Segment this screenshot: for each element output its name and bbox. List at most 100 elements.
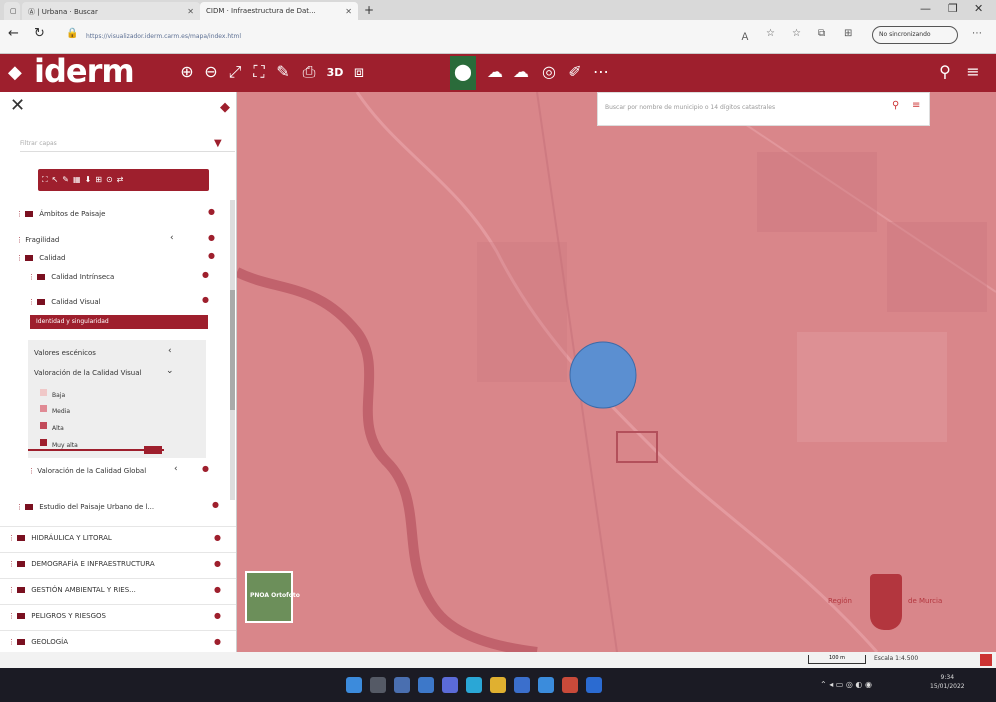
info-icon[interactable]: ● xyxy=(208,233,215,242)
search-icon[interactable]: ⚲ xyxy=(934,62,956,81)
compass-icon[interactable]: ◎ xyxy=(538,62,560,81)
info-icon[interactable]: ● xyxy=(214,585,221,594)
drag-handle-icon[interactable]: ⋮ xyxy=(8,612,17,620)
tab-actions-icon[interactable]: ▢ xyxy=(4,2,20,20)
filter-input[interactable]: Filtrar capas xyxy=(20,140,235,152)
browser-tab-search[interactable]: Ⓐ | Urbana · Buscar ✕ xyxy=(22,2,200,20)
task-view-icon[interactable] xyxy=(394,677,410,693)
info-icon[interactable]: ● xyxy=(208,207,215,216)
sub-layer-item[interactable]: Valores escénicos xyxy=(34,346,96,360)
more-tools-icon[interactable]: ⋯ xyxy=(590,62,612,81)
layers-logo-icon[interactable]: ◆ xyxy=(8,62,22,83)
collections-icon[interactable]: ⧉ xyxy=(818,28,825,39)
layers-icon[interactable]: ◆ xyxy=(220,100,230,115)
extensions-icon[interactable]: ⊞ xyxy=(844,28,852,39)
full-extent-icon[interactable]: ⤢ xyxy=(224,62,246,82)
drag-handle-icon[interactable]: ⋮ xyxy=(28,273,37,281)
back-icon[interactable]: ← xyxy=(8,26,19,41)
store-icon[interactable] xyxy=(514,677,530,693)
fullscreen-icon[interactable]: ⛶ xyxy=(248,62,270,82)
drag-handle-icon[interactable]: ⋮ xyxy=(16,503,25,511)
minimize-icon[interactable]: — xyxy=(920,2,931,15)
info-icon[interactable]: ● xyxy=(212,500,219,509)
drag-handle-icon[interactable]: ⋮ xyxy=(28,467,37,475)
layer-group-row[interactable]: ⋮ DEMOGRAFÍA E INFRAESTRUCTURA xyxy=(0,552,236,574)
chat-icon[interactable] xyxy=(442,677,458,693)
zoom-out-icon[interactable]: ⊖ xyxy=(200,62,222,81)
close-tab-icon[interactable]: ✕ xyxy=(345,7,352,16)
layer-group-row[interactable]: ⋮ HIDRÁULICA Y LITORAL xyxy=(0,526,236,548)
restore-icon[interactable]: ❐ xyxy=(948,2,958,15)
tree-item[interactable]: ⋮ Valoración de la Calidad Global xyxy=(28,464,146,478)
sidebar-scrollbar-thumb[interactable] xyxy=(230,290,235,410)
close-tab-icon[interactable]: ✕ xyxy=(187,7,194,16)
pin-icon[interactable]: ⬤ xyxy=(452,62,474,81)
app-icon[interactable] xyxy=(562,677,578,693)
info-icon[interactable]: ● xyxy=(202,464,209,473)
info-icon[interactable]: ● xyxy=(214,611,221,620)
drag-handle-icon[interactable]: ⋮ xyxy=(8,586,17,594)
widgets-icon[interactable] xyxy=(418,677,434,693)
drag-handle-icon[interactable]: ⋮ xyxy=(8,534,17,542)
word-icon[interactable] xyxy=(538,677,554,693)
system-tray[interactable]: ⌃ ◂ ▭ ◎ ◐ ◉ xyxy=(820,680,872,689)
edge-icon[interactable] xyxy=(466,677,482,693)
info-icon[interactable]: ● xyxy=(214,533,221,542)
clock[interactable]: 9:34 15/01/2022 xyxy=(930,673,965,691)
drag-handle-icon[interactable]: ⋮ xyxy=(16,236,25,244)
browser-tab-iderm[interactable]: CIDM · Infraestructura de Dat... ✕ xyxy=(200,2,358,20)
filter-icon[interactable]: ▼ xyxy=(214,138,222,149)
3d-button[interactable]: 3D xyxy=(324,66,346,79)
close-window-icon[interactable]: ✕ xyxy=(974,2,983,15)
new-tab-button[interactable]: + xyxy=(364,3,374,17)
cloud-upload-icon[interactable]: ☁ xyxy=(484,62,506,81)
tree-item[interactable]: ⋮ Fragilidad xyxy=(16,233,59,247)
start-icon[interactable] xyxy=(346,677,362,693)
url-input[interactable]: https://visualizador.iderm.carm.es/mapa/… xyxy=(82,27,712,47)
menu-icon[interactable]: ≡ xyxy=(962,62,984,81)
favorite-icon[interactable]: ☆ xyxy=(766,28,775,39)
status-toggle-button[interactable] xyxy=(980,654,992,666)
chevron-left-icon[interactable]: ‹ xyxy=(174,464,178,474)
info-icon[interactable]: ● xyxy=(214,637,221,646)
close-icon[interactable]: ✕ xyxy=(10,95,25,116)
draw-icon[interactable]: ✎ xyxy=(272,62,294,81)
menu-icon[interactable]: ≡ xyxy=(912,100,920,111)
chevron-left-icon[interactable]: ‹ xyxy=(170,233,174,243)
cloud-download-icon[interactable]: ☁ xyxy=(510,62,532,81)
layer-group-row[interactable]: ⋮ PELIGROS Y RIESGOS xyxy=(0,604,236,626)
refresh-icon[interactable]: ↻ xyxy=(34,26,45,41)
file-explorer-icon[interactable] xyxy=(490,677,506,693)
info-icon[interactable]: ● xyxy=(214,559,221,568)
edit-icon[interactable]: ✐ xyxy=(564,62,586,81)
search-icon[interactable] xyxy=(370,677,386,693)
layer-tools-bar[interactable]: ⛶↖✎▦⬇⊞⊙⇄ xyxy=(38,169,209,191)
tree-item[interactable]: ⋮ Ámbitos de Paisaje xyxy=(16,207,105,221)
info-icon[interactable]: ● xyxy=(202,270,209,279)
drag-handle-icon[interactable]: ⋮ xyxy=(16,210,25,218)
more-icon[interactable]: ⋯ xyxy=(972,28,982,39)
favorites-icon[interactable]: ☆ xyxy=(792,28,801,39)
layer-group-row[interactable]: ⋮ GEOLOGÍA xyxy=(0,630,236,652)
info-icon[interactable]: ● xyxy=(202,295,209,304)
scale-selector[interactable]: Escala 1:4.500 xyxy=(874,655,918,662)
opacity-slider-handle[interactable] xyxy=(144,446,162,454)
layer-group-row[interactable]: ⋮ GESTIÓN AMBIENTAL Y RIES... xyxy=(0,578,236,600)
app-icon[interactable] xyxy=(586,677,602,693)
read-aloud-icon[interactable]: Ａ xyxy=(740,28,750,43)
profile-button[interactable]: No sincronizando xyxy=(872,26,958,44)
search-input[interactable]: Buscar por nombre de municipio o 14 dígi… xyxy=(605,104,775,111)
chevron-down-icon[interactable]: ⌄ xyxy=(166,366,174,376)
tree-item[interactable]: ⋮ Calidad Intrínseca xyxy=(28,270,114,284)
chevron-left-icon[interactable]: ‹ xyxy=(168,346,172,356)
drag-handle-icon[interactable]: ⋮ xyxy=(28,298,37,306)
sub-layer-item[interactable]: Valoración de la Calidad Visual xyxy=(34,366,141,380)
tree-item[interactable]: ⋮ Estudio del Paisaje Urbano de l... xyxy=(16,500,154,514)
search-icon[interactable]: ⚲ xyxy=(892,100,899,111)
tree-item[interactable]: ⋮ Calidad Visual xyxy=(28,295,101,309)
info-icon[interactable]: ● xyxy=(208,251,215,260)
zoom-in-icon[interactable]: ⊕ xyxy=(176,62,198,81)
share-icon[interactable]: ⧈ xyxy=(348,62,370,82)
tree-item[interactable]: ⋮ Calidad xyxy=(16,251,65,265)
print-icon[interactable]: ⎙ xyxy=(298,62,320,82)
